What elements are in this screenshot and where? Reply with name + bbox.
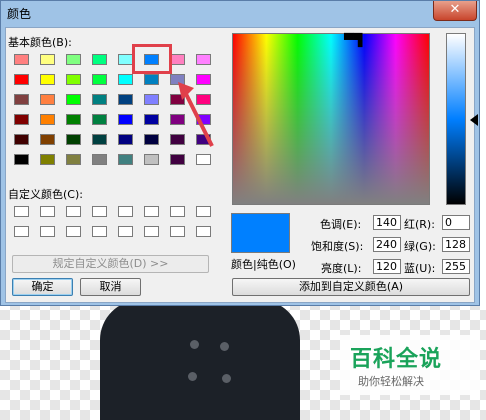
custom-color-swatch[interactable] <box>92 226 107 237</box>
custom-color-swatch[interactable] <box>14 226 29 237</box>
custom-color-swatch[interactable] <box>144 206 159 217</box>
color-preview <box>231 213 290 253</box>
basic-color-swatch[interactable] <box>196 154 211 165</box>
basic-color-swatch[interactable] <box>92 154 107 165</box>
basic-color-swatch[interactable] <box>92 94 107 105</box>
basic-color-swatch[interactable] <box>118 74 133 85</box>
custom-color-swatch[interactable] <box>196 226 211 237</box>
person-photo <box>100 300 300 420</box>
basic-color-swatch[interactable] <box>66 154 81 165</box>
basic-color-swatch[interactable] <box>144 74 159 85</box>
basic-color-swatch[interactable] <box>196 54 211 65</box>
hue-saturation-spectrum[interactable] <box>232 33 430 205</box>
basic-colors-label: 基本颜色(B): <box>8 36 72 49</box>
basic-color-swatch[interactable] <box>40 114 55 125</box>
basic-color-swatch[interactable] <box>14 54 29 65</box>
basic-color-swatch[interactable] <box>66 54 81 65</box>
basic-color-swatch[interactable] <box>118 114 133 125</box>
basic-color-swatch[interactable] <box>92 114 107 125</box>
basic-color-swatch[interactable] <box>92 54 107 65</box>
coat-button-icon <box>220 342 229 351</box>
custom-color-swatch[interactable] <box>170 226 185 237</box>
basic-color-swatch[interactable] <box>40 134 55 145</box>
ok-button[interactable]: 确定 <box>12 278 73 296</box>
basic-color-swatch[interactable] <box>66 114 81 125</box>
basic-color-swatch[interactable] <box>118 134 133 145</box>
blue-label: 蓝(U): <box>404 262 436 275</box>
basic-color-swatch[interactable] <box>40 154 55 165</box>
basic-color-swatch[interactable] <box>92 134 107 145</box>
red-label: 红(R): <box>404 218 435 231</box>
basic-color-swatch[interactable] <box>170 154 185 165</box>
green-input[interactable]: 128 <box>442 237 470 252</box>
saturation-label: 饱和度(S): <box>311 240 364 253</box>
luminosity-input[interactable]: 120 <box>373 259 401 274</box>
basic-color-swatch[interactable] <box>14 94 29 105</box>
annotation-arrow-icon <box>178 82 214 147</box>
hue-label: 色调(E): <box>320 218 362 231</box>
basic-color-swatch[interactable] <box>66 94 81 105</box>
basic-color-swatch[interactable] <box>66 134 81 145</box>
basic-color-swatch[interactable] <box>144 154 159 165</box>
custom-color-swatch[interactable] <box>66 206 81 217</box>
watermark-subtitle: 助你轻松解决 <box>358 375 424 388</box>
blue-input[interactable]: 255 <box>442 259 470 274</box>
basic-color-swatch[interactable] <box>40 54 55 65</box>
basic-color-swatch[interactable] <box>14 114 29 125</box>
cancel-button[interactable]: 取消 <box>80 278 141 296</box>
basic-color-swatch[interactable] <box>66 74 81 85</box>
add-to-custom-colors-button[interactable]: 添加到自定义颜色(A) <box>232 278 470 296</box>
coat-button-icon <box>190 340 199 349</box>
title-bar[interactable]: 颜色 ✕ <box>1 1 479 25</box>
luminosity-arrow-icon[interactable] <box>470 114 478 126</box>
custom-color-swatch[interactable] <box>118 206 133 217</box>
basic-color-swatch[interactable] <box>170 54 185 65</box>
basic-color-swatch[interactable] <box>40 74 55 85</box>
luminosity-label: 亮度(L): <box>321 262 362 275</box>
watermark-title: 百科全说 <box>350 347 443 372</box>
custom-color-swatch[interactable] <box>14 206 29 217</box>
custom-color-swatch[interactable] <box>66 226 81 237</box>
saturation-input[interactable]: 240 <box>373 237 401 252</box>
custom-color-swatch[interactable] <box>144 226 159 237</box>
custom-color-swatch[interactable] <box>170 206 185 217</box>
custom-color-swatch[interactable] <box>92 206 107 217</box>
basic-color-swatch[interactable] <box>144 94 159 105</box>
hue-input[interactable]: 140 <box>373 215 401 230</box>
custom-color-swatch[interactable] <box>118 226 133 237</box>
color-solid-label: 颜色|纯色(O) <box>231 258 296 271</box>
basic-color-swatch[interactable] <box>118 54 133 65</box>
basic-color-swatch[interactable] <box>14 154 29 165</box>
basic-color-swatch[interactable] <box>118 94 133 105</box>
dialog-title: 颜色 <box>7 7 32 21</box>
basic-color-swatch[interactable] <box>14 134 29 145</box>
watermark: 百科全说 助你轻松解决 <box>340 335 480 395</box>
basic-color-swatch[interactable] <box>118 154 133 165</box>
crosshair-icon: ▀▜ <box>344 33 363 47</box>
coat-button-icon <box>222 374 231 383</box>
custom-colors-label: 自定义颜色(C): <box>8 188 83 201</box>
close-button[interactable]: ✕ <box>433 1 477 21</box>
define-custom-colors-button[interactable]: 规定自定义颜色(D) >> <box>12 255 209 273</box>
basic-color-swatch[interactable] <box>14 74 29 85</box>
basic-color-swatch[interactable] <box>92 74 107 85</box>
basic-color-swatch[interactable] <box>144 114 159 125</box>
custom-color-swatch[interactable] <box>40 226 55 237</box>
luminosity-slider[interactable] <box>446 33 466 205</box>
custom-color-swatch[interactable] <box>40 206 55 217</box>
red-input[interactable]: 0 <box>442 215 470 230</box>
selection-highlight-frame <box>132 44 172 74</box>
custom-color-swatch[interactable] <box>196 206 211 217</box>
basic-color-swatch[interactable] <box>144 134 159 145</box>
coat-button-icon <box>188 372 197 381</box>
basic-color-swatch[interactable] <box>40 94 55 105</box>
green-label: 绿(G): <box>404 240 436 253</box>
